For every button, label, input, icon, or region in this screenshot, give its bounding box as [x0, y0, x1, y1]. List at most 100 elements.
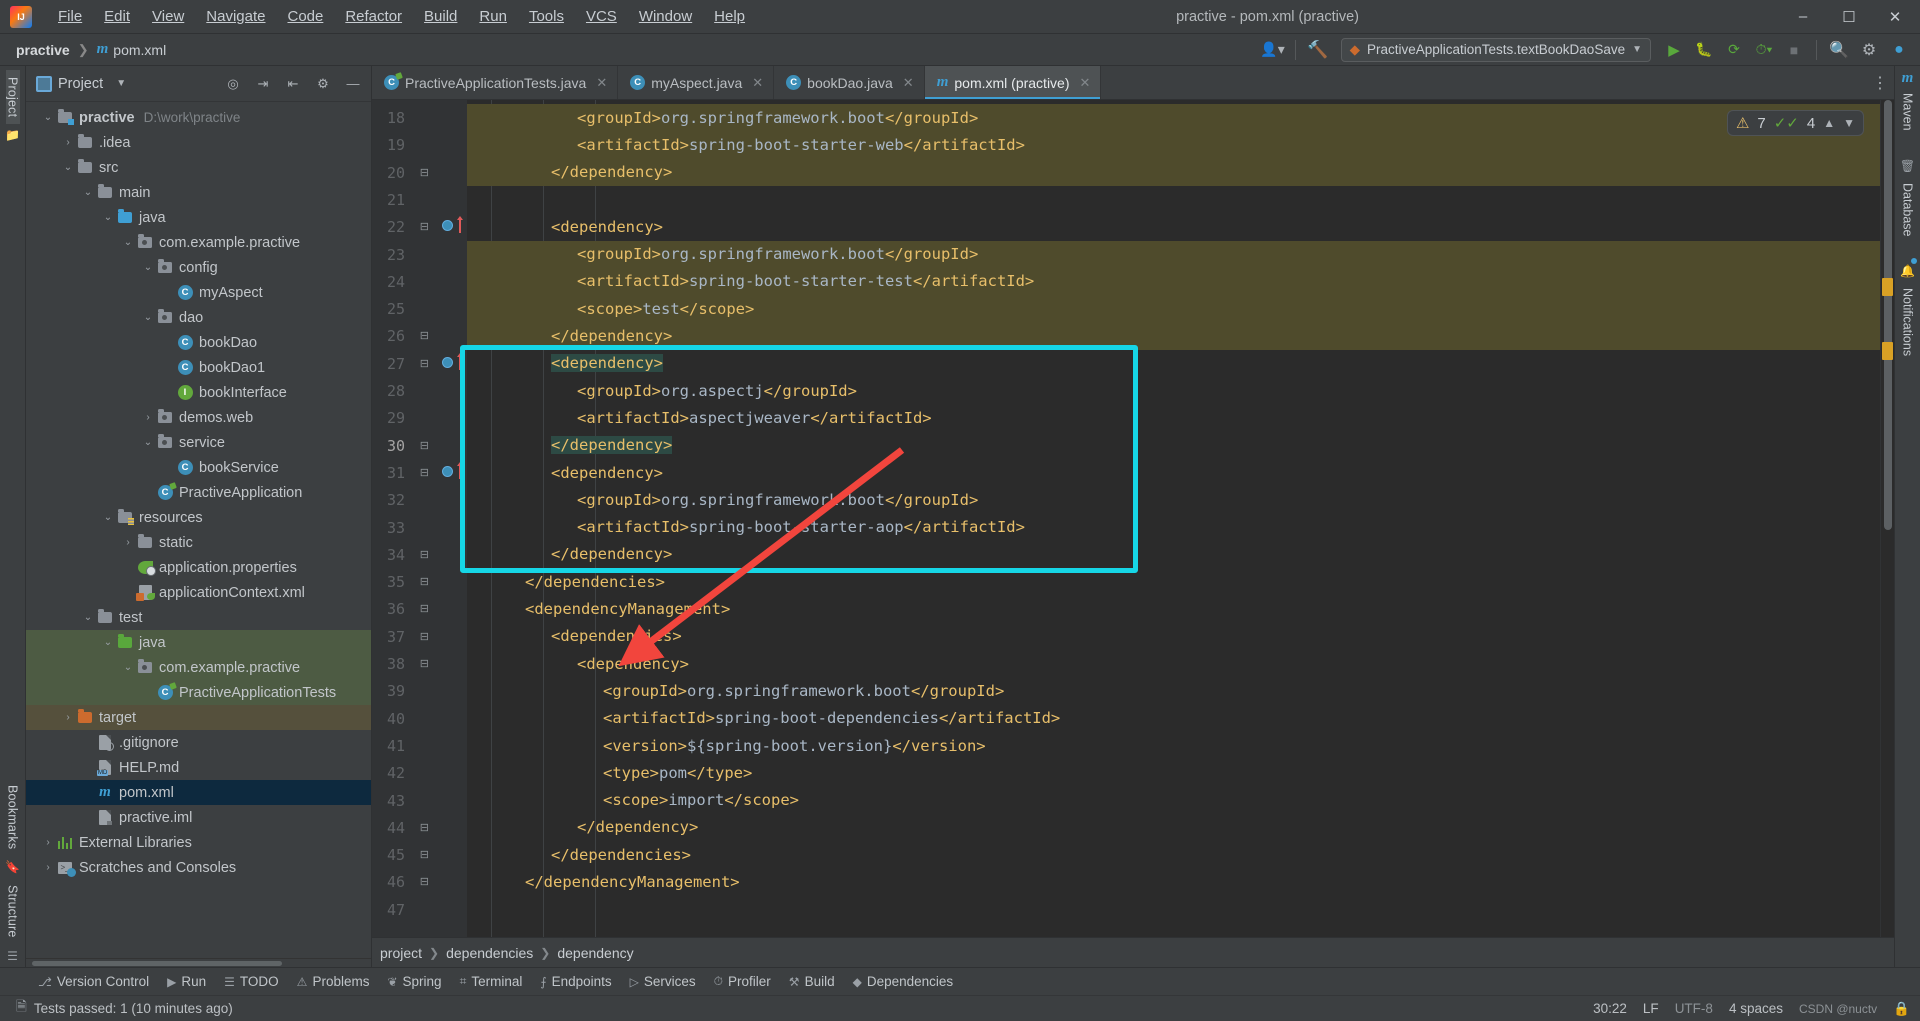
settings-gear-icon[interactable]: ⚙ — [311, 72, 335, 96]
chevron-down-icon[interactable]: ⌄ — [140, 312, 156, 323]
menu-run[interactable]: Run — [469, 4, 517, 29]
readonly-toggle-icon[interactable]: 🔒 — [1893, 1001, 1910, 1017]
tree-node-service[interactable]: ⌄ service — [26, 430, 371, 455]
fold-end-icon[interactable]: ⊟ — [420, 439, 429, 452]
menu-build[interactable]: Build — [414, 4, 467, 29]
chevron-down-icon[interactable]: ⌄ — [120, 237, 136, 248]
breadcrumb-project[interactable]: practive — [16, 42, 70, 58]
maximize-icon[interactable]: ☐ — [1826, 0, 1872, 34]
chevron-right-icon[interactable]: › — [40, 837, 56, 848]
fold-end-icon[interactable]: ⊟ — [420, 875, 429, 888]
gutter-run-marker-icon[interactable] — [442, 220, 453, 232]
chevron-down-icon[interactable]: ▼ — [109, 72, 133, 96]
menu-window[interactable]: Window — [629, 4, 702, 29]
tree-node-pom-xml[interactable]: m pom.xml — [26, 780, 371, 805]
maven-m-icon[interactable]: m — [1902, 70, 1914, 87]
fold-end-icon[interactable]: ⊟ — [420, 329, 429, 342]
chevron-down-icon[interactable]: ⌄ — [100, 512, 116, 523]
tree-node-practive-iml[interactable]: practive.iml — [26, 805, 371, 830]
tab-pom-xml[interactable]: m pom.xml (practive) ✕ — [924, 66, 1102, 99]
tree-node-myaspect[interactable]: CmyAspect — [26, 280, 371, 305]
breadcrumb-dependency-node[interactable]: dependency — [557, 945, 633, 961]
menu-navigate[interactable]: Navigate — [196, 4, 275, 29]
code-line-28[interactable]: <groupId>org.aspectj</groupId> — [577, 377, 857, 404]
code-line-43[interactable]: <scope>import</scope> — [603, 787, 799, 814]
fold-start-icon[interactable]: ⊟ — [420, 220, 429, 233]
tree-node-static[interactable]: › static — [26, 530, 371, 555]
tree-node-help-md[interactable]: HELP.md — [26, 755, 371, 780]
tree-node-resources[interactable]: ⌄ resources — [26, 505, 371, 530]
bookmark-icon[interactable]: 🔖 — [5, 856, 20, 878]
chevron-right-icon[interactable]: › — [40, 862, 56, 873]
chevron-right-icon[interactable]: › — [60, 137, 76, 148]
fold-end-icon[interactable]: ⊟ — [420, 848, 429, 861]
tree-node-dao[interactable]: ⌄ dao — [26, 305, 371, 330]
tree-node-practiveapplicationtests[interactable]: C PractiveApplicationTests — [26, 680, 371, 705]
tree-node-practive[interactable]: ⌄ practive D:\work\practive — [26, 105, 371, 130]
code-content[interactable]: <groupId>org.springframework.boot</group… — [467, 100, 1880, 937]
tab-practiveapplicationtests[interactable]: C PractiveApplicationTests.java ✕ — [372, 66, 619, 99]
collapse-all-icon[interactable]: ⇤ — [281, 72, 305, 96]
fold-start-icon[interactable]: ⊟ — [420, 466, 429, 479]
tree-node-external-libraries[interactable]: › External Libraries — [26, 830, 371, 855]
tree-node-config[interactable]: ⌄ config — [26, 255, 371, 280]
tool-window-button-build[interactable]: ⚒ Build — [781, 971, 843, 992]
code-line-25[interactable]: <scope>test</scope> — [577, 295, 754, 322]
fold-end-icon[interactable]: ⊟ — [420, 575, 429, 588]
ide-assistant-icon[interactable]: ● — [1886, 38, 1912, 62]
tab-bookdao[interactable]: C bookDao.java ✕ — [774, 66, 925, 99]
code-line-20[interactable]: </dependency> — [551, 159, 672, 186]
run-icon[interactable]: ▶ — [1661, 38, 1687, 62]
code-line-31[interactable]: <dependency> — [551, 459, 663, 486]
breadcrumb-file[interactable]: pom.xml — [113, 42, 166, 58]
fold-start-icon[interactable]: ⊟ — [420, 630, 429, 643]
tool-window-button-todo[interactable]: ☰ TODO — [216, 971, 287, 992]
editor-gutter[interactable]: 18 19 20 ⊟ 21 22 ⊟ 23 24 25 26 ⊟ 27 ⊟ 28 29 30 ⊟ 31 ⊟ 32 33 34… — [372, 100, 467, 937]
tree-node-demos-web[interactable]: › demos.web — [26, 405, 371, 430]
editor-vertical-scrollbar[interactable] — [1880, 100, 1894, 937]
run-configuration-selector[interactable]: ◆ PractiveApplicationTests.textBookDaoSa… — [1340, 37, 1651, 62]
fold-end-icon[interactable]: ⊟ — [420, 821, 429, 834]
code-line-40[interactable]: <artifactId>spring-boot-dependencies</ar… — [603, 705, 1060, 732]
menu-view[interactable]: View — [142, 4, 194, 29]
tree-node-bookdao[interactable]: CbookDao — [26, 330, 371, 355]
minimize-icon[interactable]: – — [1780, 0, 1826, 34]
code-line-29[interactable]: <artifactId>aspectjweaver</artifactId> — [577, 404, 932, 431]
chevron-down-icon[interactable]: ⌄ — [120, 662, 136, 673]
fold-start-icon[interactable]: ⊟ — [420, 357, 429, 370]
chevron-down-icon[interactable]: ⌄ — [100, 212, 116, 223]
error-stripe-mark[interactable] — [1882, 278, 1893, 296]
chevron-down-icon[interactable]: ⌄ — [140, 437, 156, 448]
debug-icon[interactable]: 🐛 — [1691, 38, 1717, 62]
code-line-24[interactable]: <artifactId>spring-boot-starter-test</ar… — [577, 268, 1034, 295]
structure-icon[interactable]: ☰ — [7, 945, 18, 967]
menu-refactor[interactable]: Refactor — [335, 4, 412, 29]
close-icon[interactable]: ✕ — [752, 75, 763, 91]
chevron-down-icon[interactable]: ⌄ — [80, 187, 96, 198]
tree-node-bookinterface[interactable]: IbookInterface — [26, 380, 371, 405]
breadcrumb-project-node[interactable]: project — [380, 945, 422, 961]
code-line-34[interactable]: </dependency> — [551, 541, 672, 568]
tree-node-main[interactable]: ⌄ main — [26, 180, 371, 205]
settings-gear-icon[interactable]: ⚙ — [1856, 38, 1882, 62]
code-line-22[interactable]: <dependency> — [551, 213, 663, 240]
line-separator[interactable]: LF — [1643, 1001, 1659, 1016]
code-line-46[interactable]: </dependencyManagement> — [525, 868, 740, 895]
tree-node-applicationcontext-xml[interactable]: applicationContext.xml — [26, 580, 371, 605]
breadcrumb-dependencies-node[interactable]: dependencies — [446, 945, 533, 961]
tool-window-button-dependencies[interactable]: ◆ Dependencies — [845, 971, 962, 992]
build-hammer-icon[interactable]: 🔨 — [1305, 38, 1331, 62]
chevron-down-icon[interactable]: ⌄ — [60, 162, 76, 173]
folder-icon[interactable]: 📁 — [5, 124, 20, 146]
run-with-coverage-icon[interactable]: ⟳ — [1721, 38, 1747, 62]
tree-node-practiveapplication[interactable]: C PractiveApplication — [26, 480, 371, 505]
menu-help[interactable]: Help — [704, 4, 755, 29]
search-everywhere-icon[interactable]: 🔍 — [1826, 38, 1852, 62]
code-line-41[interactable]: <version>${spring-boot.version}</version… — [603, 732, 986, 759]
code-line-30[interactable]: </dependency> — [551, 432, 673, 459]
tree-node-idea[interactable]: › .idea — [26, 130, 371, 155]
tool-window-button-problems[interactable]: ⚠ Problems — [289, 971, 378, 992]
more-options-icon[interactable]: ⋮ — [1866, 66, 1894, 99]
code-line-26[interactable]: </dependency> — [551, 322, 672, 349]
file-encoding[interactable]: UTF-8 — [1675, 1001, 1713, 1016]
